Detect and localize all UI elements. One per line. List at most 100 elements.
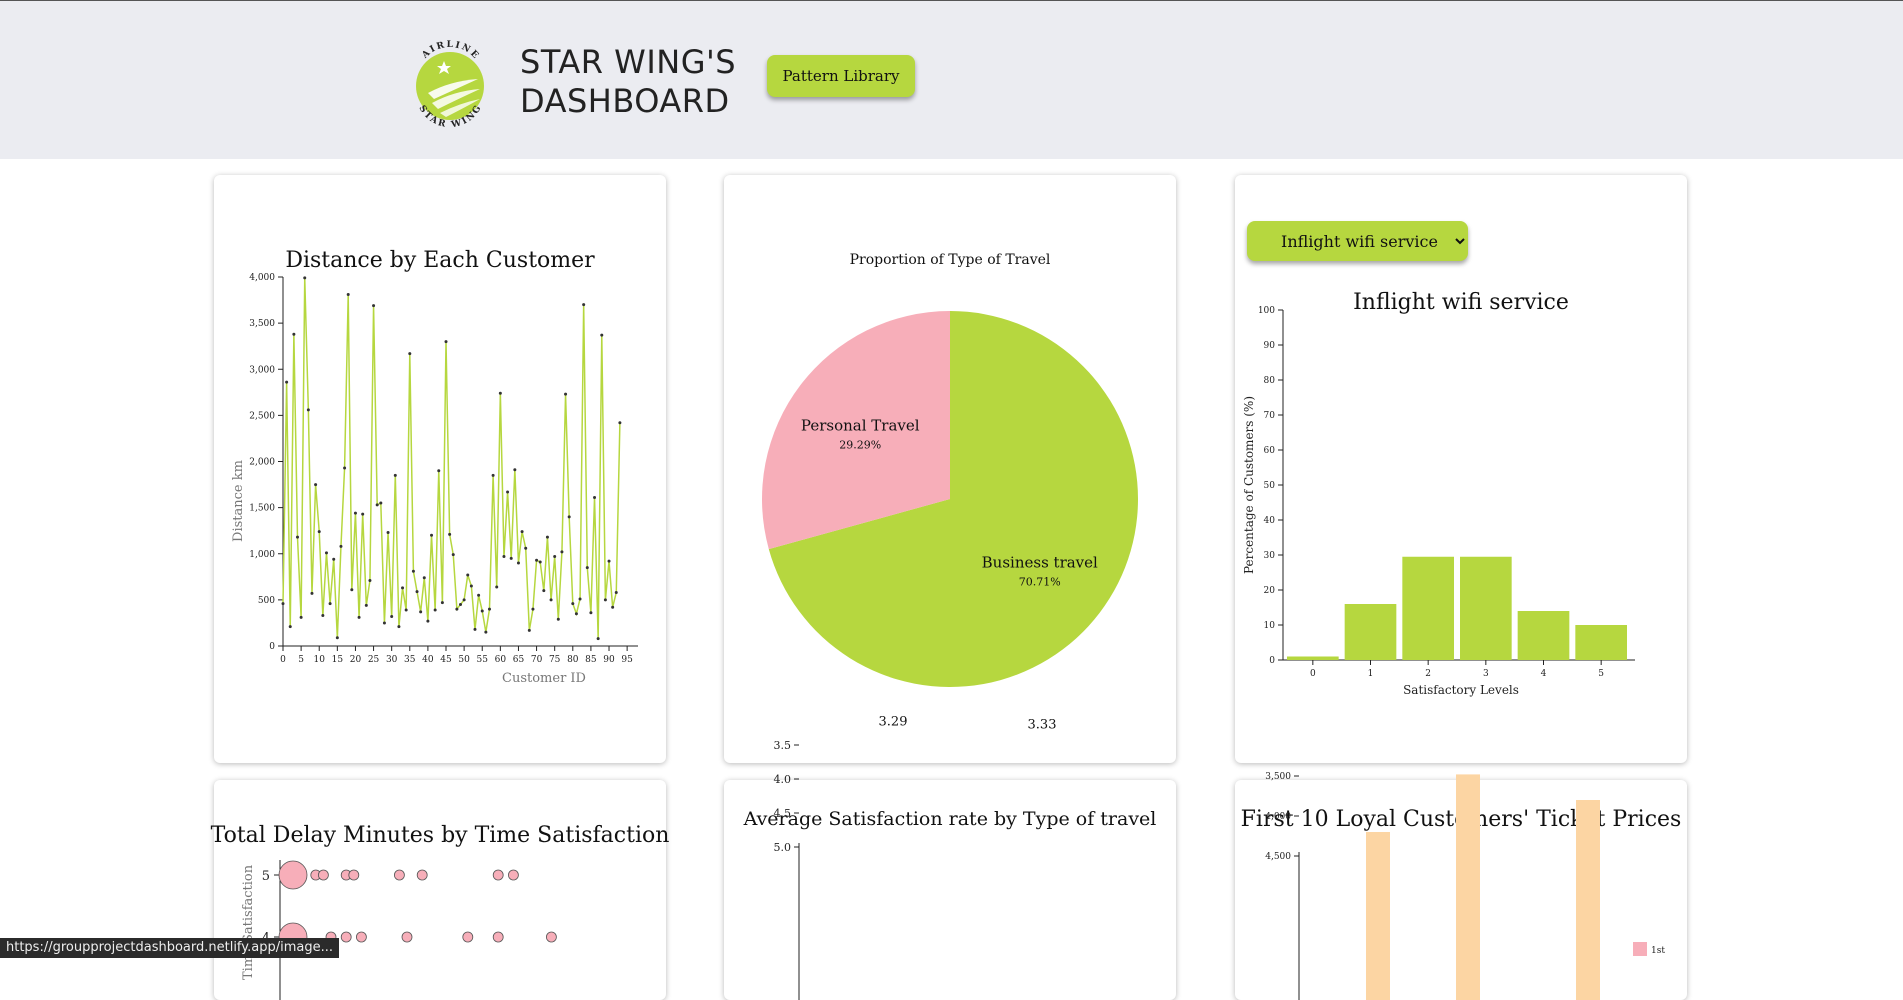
bubble-point (492, 931, 504, 943)
distance-point (484, 630, 488, 634)
distance-line-chart: Distance by Each Customer Customer ID Di… (231, 248, 638, 686)
distance-point (473, 627, 477, 631)
bar-x-tick-label: 4 (1541, 669, 1547, 679)
avg-value-label: 3.33 (1028, 717, 1057, 732)
delay-chart-card: Total Delay Minutes by Time Satisfaction… (211, 780, 669, 1000)
page-header: AIRLINE STAR WING STAR WING'S DASHBOARD … (0, 0, 1903, 159)
pattern-library-button[interactable]: Pattern Library (767, 55, 915, 97)
line-y-tick-label: 2,500 (249, 411, 275, 421)
distance-point (433, 608, 437, 612)
distance-point (372, 304, 376, 308)
service-bar-chart: Inflight wifi service Satisfactory Level… (1242, 290, 1635, 697)
bubble-point (462, 931, 474, 943)
distance-point (593, 495, 597, 499)
distance-point (527, 628, 531, 632)
title-line-2: DASHBOARD (520, 82, 730, 120)
distance-point (553, 555, 557, 559)
distance-point (440, 601, 444, 605)
line-x-tick-label: 75 (549, 655, 561, 665)
distance-point (535, 558, 539, 562)
distance-point (281, 602, 285, 606)
travel-type-card: Proportion of Type of Travel Business tr… (724, 175, 1176, 763)
distance-point (585, 566, 589, 570)
airline-logo: AIRLINE STAR WING (416, 40, 484, 131)
distance-point (361, 512, 365, 516)
distance-point (422, 576, 426, 580)
distance-point (324, 551, 328, 555)
line-x-tick-label: 15 (332, 655, 344, 665)
distance-point (444, 340, 448, 344)
service-select[interactable]: Inflight wifi service (1247, 221, 1468, 261)
line-y-tick-label: 4,000 (249, 273, 275, 283)
distance-point (564, 392, 568, 396)
distance-point (607, 559, 611, 563)
bubble-y-tick-label: 5 (262, 869, 270, 884)
distance-point (314, 483, 318, 487)
ticket-y-tick-label: 4,000 (1265, 812, 1291, 822)
distance-point (524, 546, 528, 550)
line-x-tick-label: 40 (422, 655, 434, 665)
bar-4 (1517, 611, 1570, 660)
bar-x-tick-label: 3 (1483, 669, 1489, 679)
distance-point (393, 473, 397, 477)
bar-3 (1460, 556, 1512, 660)
distance-point (560, 550, 564, 554)
line-y-tick-label: 1,000 (249, 550, 275, 560)
pie-slice-percent: 29.29% (839, 439, 881, 452)
line-x-tick-label: 90 (603, 655, 615, 665)
line-x-tick-label: 80 (567, 655, 579, 665)
line-y-tick-label: 3,500 (249, 319, 275, 329)
bar-y-tick-label: 30 (1264, 551, 1276, 561)
distance-point (516, 561, 520, 565)
bubble-point (545, 931, 557, 943)
distance-point (437, 469, 441, 473)
line-x-tick-label: 35 (404, 655, 416, 665)
distance-point (614, 590, 618, 594)
bar-1 (1344, 604, 1397, 660)
distance-point (549, 598, 553, 602)
distance-point (375, 503, 379, 507)
status-bar-url: https://groupprojectdashboard.netlify.ap… (0, 938, 339, 958)
distance-point (571, 602, 575, 606)
distance-point (285, 380, 289, 384)
bar-y-tick-label: 50 (1264, 481, 1276, 491)
pie-slice-label: Business travel (982, 553, 1098, 571)
bar-y-tick-label: 60 (1264, 446, 1276, 456)
distance-point (487, 607, 491, 611)
distance-point (545, 535, 549, 539)
distance-point (574, 612, 578, 616)
line-x-tick-label: 20 (350, 655, 362, 665)
distance-point (513, 468, 517, 472)
distance-point (502, 555, 506, 559)
bubble-point (318, 869, 329, 881)
distance-point (618, 421, 622, 425)
dashboard-title: STAR WING'S DASHBOARD (520, 43, 736, 121)
distance-point (299, 615, 303, 619)
ticket-prices-chart: First 10 Loyal Customers' Ticket Prices … (1241, 772, 1681, 1000)
distance-point (343, 466, 347, 470)
distance-point (401, 586, 405, 590)
line-y-tick-label: 0 (269, 642, 275, 652)
distance-point (415, 590, 419, 594)
bar-chart-ylabel: Percentage of Customers (%) (1242, 396, 1256, 574)
bar-2 (1402, 556, 1454, 660)
distance-point (411, 569, 415, 573)
line-y-tick-label: 1,500 (249, 504, 275, 514)
line-x-tick-label: 60 (495, 655, 507, 665)
distance-point (596, 637, 600, 641)
distance-point (469, 584, 473, 588)
distance-point (556, 617, 560, 621)
distance-point (448, 532, 452, 536)
distance-point (368, 579, 372, 583)
distance-point (498, 391, 502, 395)
distance-point (582, 303, 586, 307)
bar-y-tick-label: 90 (1264, 341, 1276, 351)
ticket-bar (1366, 832, 1390, 1000)
line-x-tick-label: 55 (477, 655, 489, 665)
ticket-legend-swatch (1633, 942, 1647, 956)
distance-point (542, 589, 546, 593)
bubble-point (492, 869, 504, 881)
distance-point (451, 553, 455, 557)
bar-chart-xlabel: Satisfactory Levels (1403, 683, 1519, 697)
line-x-tick-label: 70 (531, 655, 543, 665)
